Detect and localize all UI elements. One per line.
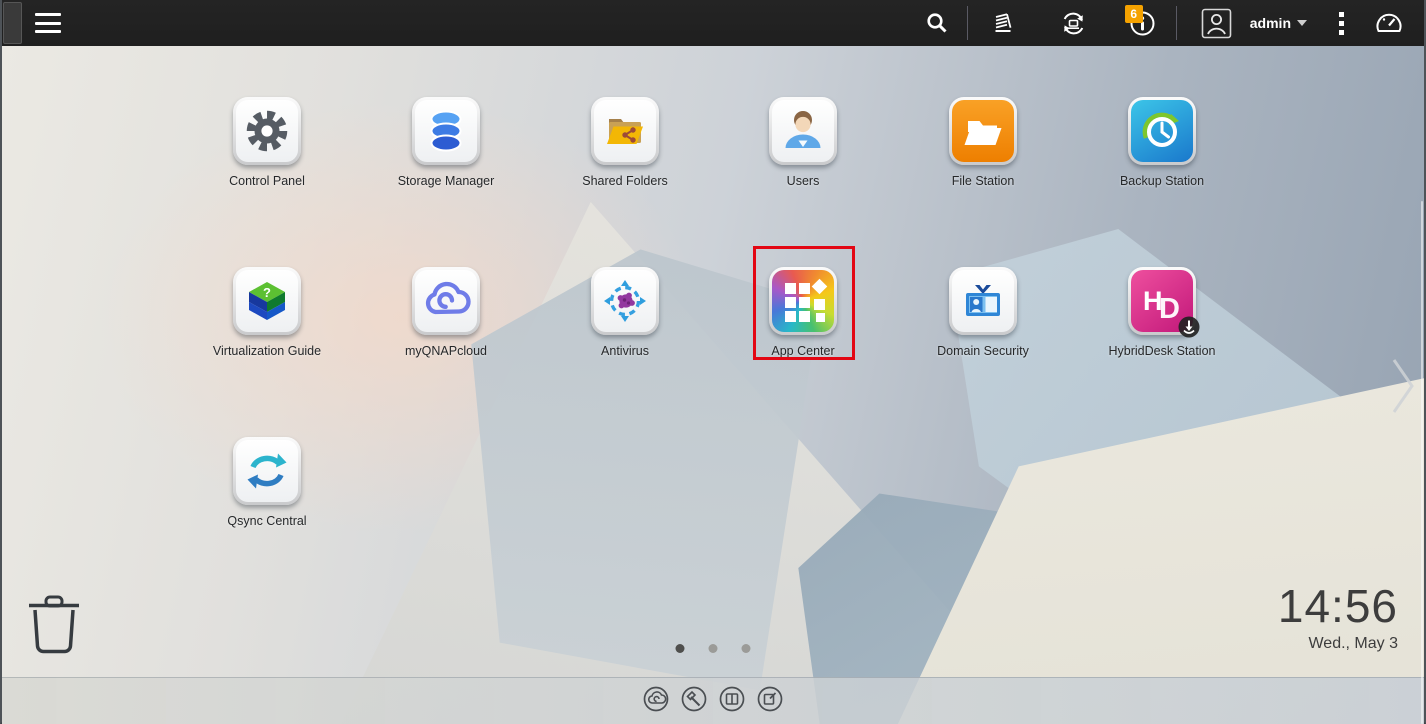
sync-arrows-icon — [236, 440, 298, 502]
app-tile-control-panel[interactable]: Control Panel — [197, 97, 337, 188]
username-label: admin — [1250, 15, 1291, 31]
feedback-note-icon[interactable] — [757, 686, 783, 712]
page-dot-3[interactable] — [742, 644, 751, 653]
app-tile-storage-manager[interactable]: Storage Manager — [376, 97, 516, 188]
app-tile-app-center[interactable]: App Center — [733, 267, 873, 358]
utilities-hammer-icon[interactable] — [681, 686, 707, 712]
app-tile-virtualization-guide[interactable]: ? Virtualization Guide — [197, 267, 337, 358]
recycle-bin[interactable] — [28, 594, 80, 661]
gear-icon — [236, 100, 298, 162]
app-label: Backup Station — [1092, 174, 1232, 188]
svg-text:?: ? — [263, 285, 271, 300]
app-label: Storage Manager — [376, 174, 516, 188]
top-bar: 6 admin — [2, 0, 1424, 46]
app-label: File Station — [913, 174, 1053, 188]
dashboard-gauge-icon — [1374, 9, 1404, 37]
app-tile-users[interactable]: Users — [733, 97, 873, 188]
app-tile-file-station[interactable]: File Station — [913, 97, 1053, 188]
app-tile-hybriddesk-station[interactable]: H D HybridDesk Station — [1092, 267, 1232, 358]
app-label: Qsync Central — [197, 514, 337, 528]
more-options-button[interactable] — [1307, 0, 1374, 46]
page-dot-2[interactable] — [709, 644, 718, 653]
scrollbar[interactable] — [1421, 201, 1423, 724]
cloud-link-icon[interactable] — [643, 686, 669, 712]
app-tile-shared-folders[interactable]: Shared Folders — [555, 97, 695, 188]
app-tile-antivirus[interactable]: Antivirus — [555, 267, 695, 358]
user-avatar[interactable] — [1177, 0, 1240, 46]
desktop: Control Panel Storage Manager — [2, 46, 1424, 724]
avatar-icon — [1201, 8, 1232, 39]
dashboard-button[interactable] — [1374, 0, 1424, 46]
shared-folder-icon — [594, 100, 656, 162]
virtualization-cube-icon: ? — [236, 270, 298, 332]
cloud-icon — [415, 270, 477, 332]
antivirus-target-icon — [594, 270, 656, 332]
side-panel-handle[interactable] — [3, 2, 22, 44]
app-tile-domain-security[interactable]: Domain Security — [913, 267, 1053, 358]
download-badge-icon — [1177, 315, 1201, 339]
main-menu-icon[interactable] — [35, 13, 61, 33]
user-icon — [772, 100, 834, 162]
background-tasks-icon — [990, 10, 1016, 36]
app-label: Antivirus — [555, 344, 695, 358]
next-page-chevron[interactable] — [1388, 354, 1418, 418]
app-tile-backup-station[interactable]: Backup Station — [1092, 97, 1232, 188]
app-tile-qsync-central[interactable]: Qsync Central — [197, 437, 337, 528]
app-label: Domain Security — [913, 344, 1053, 358]
app-label: HybridDesk Station — [1092, 344, 1232, 358]
chevron-down-icon — [1297, 20, 1307, 26]
app-label: myQNAPcloud — [376, 344, 516, 358]
app-label: Control Panel — [197, 174, 337, 188]
manual-book-icon[interactable] — [719, 686, 745, 712]
qts-desktop-window: 6 admin — [0, 0, 1426, 724]
app-label: Virtualization Guide — [197, 344, 337, 358]
app-center-grid-icon — [772, 270, 834, 332]
app-label: App Center — [733, 344, 873, 358]
kebab-menu-icon — [1339, 12, 1344, 35]
page-dot-1[interactable] — [676, 644, 685, 653]
backup-clock-icon — [1131, 100, 1193, 162]
page-indicator — [676, 644, 751, 653]
app-tile-myqnapcloud[interactable]: myQNAPcloud — [376, 267, 516, 358]
clock-time: 14:56 — [1278, 582, 1398, 630]
folder-icon — [952, 100, 1014, 162]
id-badge-icon — [952, 270, 1014, 332]
notification-badge: 6 — [1125, 5, 1143, 23]
external-device-icon — [1060, 10, 1087, 37]
clock-date: Wed., May 3 — [1278, 635, 1398, 653]
background-tasks-button[interactable] — [968, 0, 1038, 46]
quick-links — [643, 686, 783, 712]
user-menu[interactable]: admin — [1240, 0, 1307, 46]
desktop-clock: 14:56 Wed., May 3 — [1278, 582, 1398, 653]
search-button[interactable] — [907, 0, 967, 46]
search-icon — [925, 11, 949, 35]
app-label: Users — [733, 174, 873, 188]
external-device-button[interactable] — [1038, 0, 1109, 46]
app-label: Shared Folders — [555, 174, 695, 188]
notifications-button[interactable]: 6 — [1109, 0, 1176, 46]
trash-icon — [28, 594, 80, 656]
database-icon — [415, 100, 477, 162]
